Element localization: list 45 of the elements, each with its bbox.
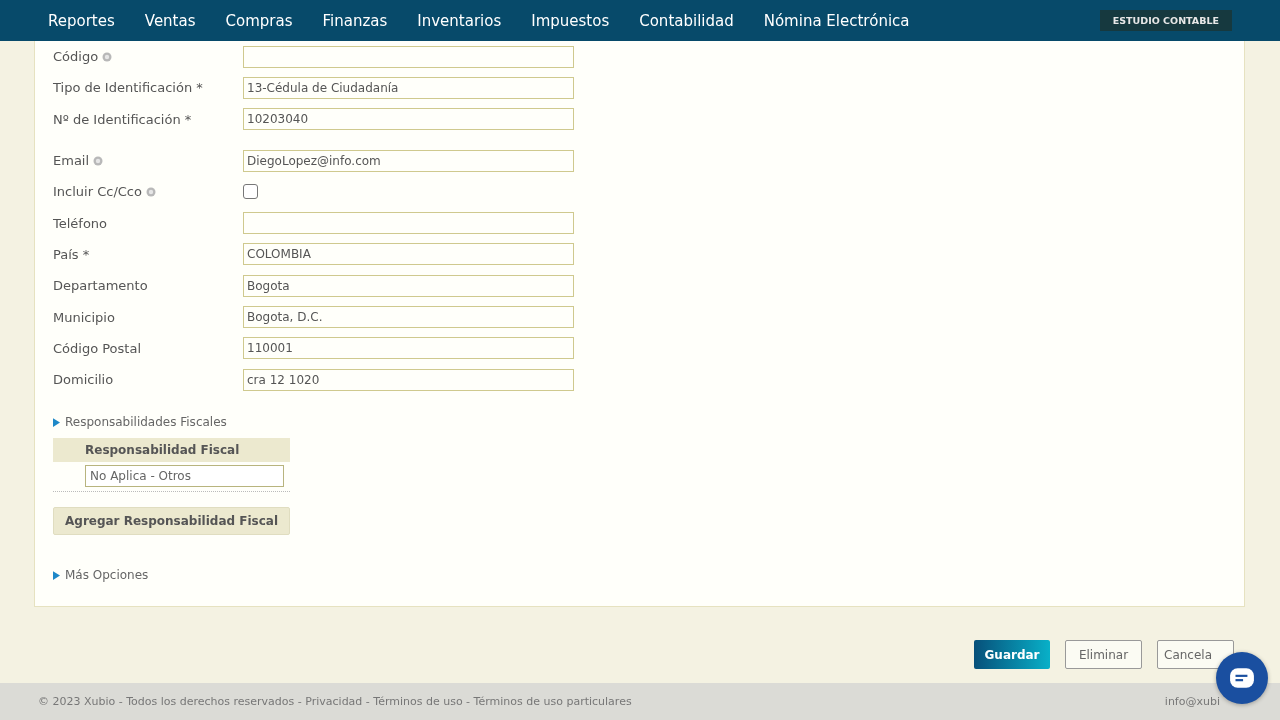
text-input-field[interactable]: cra 12 1020: [243, 368, 574, 391]
action-button[interactable]: Eliminar: [1065, 640, 1142, 669]
field-label: Nº de Identificación *: [53, 111, 192, 127]
field-label: País *: [53, 246, 90, 262]
text-input-field[interactable]: [243, 212, 574, 235]
nav-menu-item[interactable]: Impuestos: [531, 11, 610, 30]
nav-menu-item[interactable]: Finanzas: [322, 11, 388, 30]
text-input-field[interactable]: 13-Cédula de Ciudadanía: [243, 76, 574, 99]
save-button[interactable]: Guardar: [974, 640, 1050, 669]
checkbox[interactable]: [243, 184, 258, 200]
field-label: Domicilio: [53, 372, 114, 388]
contact-email: info@xubi: [1164, 695, 1220, 708]
text-input-field[interactable]: Bogota, D.C.: [243, 306, 574, 328]
nav-menu-item[interactable]: Contabilidad: [639, 11, 734, 30]
help-icon[interactable]: [93, 155, 104, 166]
table-header: Responsabilidad Fiscal: [53, 438, 290, 463]
field-label: Código Postal: [53, 340, 141, 356]
table-input-field[interactable]: No Aplica - Otros: [85, 465, 284, 488]
chat-bubble-icon: [1229, 667, 1255, 689]
expand-triangle-icon: [53, 417, 60, 427]
field-label: Teléfono: [53, 215, 108, 231]
text-input-field[interactable]: 10203040: [243, 108, 574, 131]
text-input-field[interactable]: 110001: [243, 337, 574, 360]
help-icon[interactable]: [145, 186, 156, 197]
nav-menu-item[interactable]: Compras: [225, 11, 293, 30]
action-button[interactable]: Cancela: [1157, 640, 1234, 669]
field-label: Municipio: [53, 309, 115, 325]
help-icon[interactable]: [102, 51, 113, 62]
text-input-field[interactable]: [243, 45, 574, 68]
text-input-field[interactable]: DiegoLopez@info.com: [243, 149, 574, 172]
field-label: Tipo de Identificación *: [53, 80, 203, 96]
nav-menu-item[interactable]: Reportes: [48, 11, 115, 30]
field-label: Código: [53, 49, 99, 65]
field-label: Email: [53, 153, 90, 169]
footer-text: © 2023 Xubio - Todos los derechos reservados - Privacidad - Términos de uso - Términos de uso particulares: [38, 695, 632, 708]
nav-menu-item[interactable]: Ventas: [144, 11, 196, 30]
field-label: Incluir Cc/Cco: [53, 184, 142, 200]
nav-menu-item[interactable]: Inventarios: [417, 11, 502, 30]
field-label: Departamento: [53, 278, 148, 294]
expand-triangle-icon: [53, 570, 60, 580]
text-input-field[interactable]: COLOMBIA: [243, 243, 574, 266]
text-input-field[interactable]: Bogota: [243, 274, 574, 297]
nav-menu-item[interactable]: Nómina Electrónica: [763, 11, 910, 30]
add-fiscal-button[interactable]: Agregar Responsabilidad Fiscal: [53, 507, 291, 536]
studio-badge: ESTUDIO CONTABLE: [1099, 10, 1232, 31]
